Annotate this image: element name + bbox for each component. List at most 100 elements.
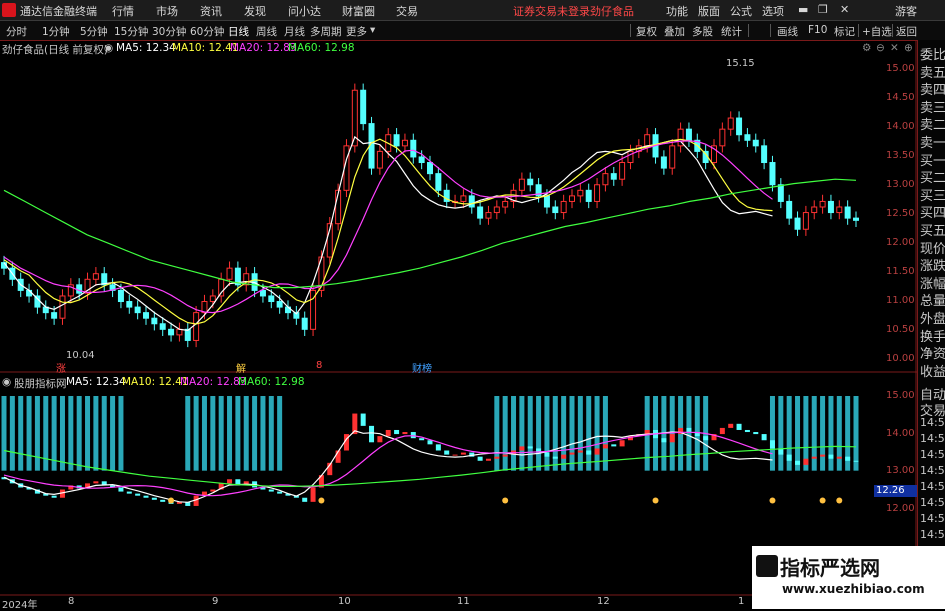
candle-body xyxy=(761,145,768,164)
event-eight[interactable]: 8 xyxy=(316,360,322,371)
signal-bar xyxy=(686,396,692,471)
y-tick-main: 12.00 xyxy=(886,237,915,248)
quote-panel: 委比 卖五 卖四 卖三 卖二 卖一 买一 买二 买三 买四 买五 现价 涨跌 涨幅 总量 外盘 换手 净资 收益 自动… xyxy=(917,40,945,609)
back-button[interactable]: 返回 xyxy=(896,24,917,39)
menu-function[interactable]: 功能 xyxy=(666,3,688,19)
candle-body xyxy=(836,206,843,214)
candle-body xyxy=(143,312,149,319)
tab-5min[interactable]: 5分钟 xyxy=(80,24,108,39)
menu-trade[interactable]: 交易 xyxy=(396,3,418,19)
candle-body xyxy=(151,317,158,325)
watermark-url: www.xuezhibiao.com xyxy=(782,582,925,596)
statistics-button[interactable]: 统计 xyxy=(721,24,742,39)
ind-candle xyxy=(494,456,500,459)
candle-body xyxy=(477,206,484,219)
candle-body xyxy=(727,117,734,130)
y-tick-main: 10.50 xyxy=(886,324,915,335)
restore-icon[interactable]: ❐ xyxy=(818,3,828,16)
tab-30min[interactable]: 30分钟 xyxy=(152,24,186,39)
quote-field-8: 买三 xyxy=(920,188,945,204)
tab-weekly[interactable]: 周线 xyxy=(256,24,277,39)
candle-body xyxy=(493,206,500,214)
mark-button[interactable]: 标记 xyxy=(834,24,855,39)
ind-candle xyxy=(703,436,709,441)
signal-bar xyxy=(210,396,216,471)
signal-bar xyxy=(502,396,508,471)
y-tick-indicator: 15.00 xyxy=(886,390,915,401)
quote-field-18: 收益 xyxy=(920,364,945,380)
candle-body xyxy=(502,200,509,208)
adjust-button[interactable]: 复权 xyxy=(636,24,657,39)
menu-layout[interactable]: 版面 xyxy=(698,3,720,19)
candle-body xyxy=(777,184,784,202)
y-tick-main: 12.50 xyxy=(886,208,915,219)
ind-candle xyxy=(811,456,817,459)
menu-formula[interactable]: 公式 xyxy=(730,3,752,19)
y-tick-main: 14.50 xyxy=(886,92,915,103)
event-limit-up[interactable]: 涨 xyxy=(56,360,66,375)
guest-label[interactable]: 游客 xyxy=(895,3,917,19)
candle-body xyxy=(435,173,442,191)
signal-bar xyxy=(268,396,274,471)
candle-body xyxy=(301,317,308,330)
quote-field-2: 卖四 xyxy=(920,83,945,99)
tab-more[interactable]: 更多 xyxy=(346,24,367,39)
high-mark: 15.15 xyxy=(726,58,755,69)
signal-bar xyxy=(76,396,82,471)
candle-body xyxy=(769,162,776,186)
candle-body xyxy=(92,273,99,280)
minimize-icon[interactable]: ▬ xyxy=(798,3,808,16)
ind-candle xyxy=(369,425,375,443)
signal-bar xyxy=(795,396,801,471)
menu-wealth[interactable]: 财富圈 xyxy=(342,3,375,19)
overlay-button[interactable]: 叠加 xyxy=(664,24,685,39)
f10-button[interactable]: F10 xyxy=(808,24,827,36)
buy-marker-icon xyxy=(769,497,776,504)
tab-60min[interactable]: 60分钟 xyxy=(190,24,224,39)
multi-stock-button[interactable]: 多股 xyxy=(692,24,713,39)
ind-candle xyxy=(820,454,826,457)
kline-chart[interactable] xyxy=(0,40,917,609)
ind-candle xyxy=(151,497,157,500)
candle-body xyxy=(736,117,743,136)
tab-monthly[interactable]: 月线 xyxy=(284,24,305,39)
tab-daily[interactable]: 日线 xyxy=(228,24,249,39)
draw-line-button[interactable]: 画线 xyxy=(777,24,798,39)
ind-candle xyxy=(803,458,809,465)
add-watchlist-button[interactable]: +自选 xyxy=(862,24,892,39)
menu-market[interactable]: 市场 xyxy=(156,3,178,19)
menu-discover[interactable]: 发现 xyxy=(244,3,266,19)
quote-field-5: 卖一 xyxy=(920,136,945,151)
candle-body xyxy=(802,212,809,230)
tab-1min[interactable]: 1分钟 xyxy=(42,24,70,39)
menu-news[interactable]: 资讯 xyxy=(200,3,222,19)
ind-candle xyxy=(377,436,383,443)
y-tick-main: 15.00 xyxy=(886,63,915,74)
ind-candle xyxy=(135,493,141,496)
ind-candle xyxy=(619,440,625,447)
tab-15min[interactable]: 15分钟 xyxy=(114,24,148,39)
tab-multi-period[interactable]: 多周期 xyxy=(310,24,342,39)
signal-bar xyxy=(820,396,826,471)
chevron-down-icon[interactable]: ▾ xyxy=(370,24,375,36)
menu-ask[interactable]: 问小达 xyxy=(288,3,321,19)
menu-options[interactable]: 选项 xyxy=(762,3,784,19)
candle-body xyxy=(794,217,801,230)
signal-bar xyxy=(118,396,124,471)
event-unlock[interactable]: 解 xyxy=(236,360,246,375)
y-tick-indicator: 14.00 xyxy=(886,427,915,439)
y-tick-main: 13.00 xyxy=(886,179,915,190)
candle-body xyxy=(159,323,166,330)
login-status[interactable]: 证券交易未登录 xyxy=(513,3,590,19)
menu-quotes[interactable]: 行情 xyxy=(112,3,134,19)
quote-field-3: 卖三 xyxy=(920,100,945,116)
ind-candle xyxy=(761,434,767,441)
quote-field-6: 买一 xyxy=(920,153,945,169)
tab-intraday[interactable]: 分时 xyxy=(6,24,27,39)
event-earnings[interactable]: 财榜 xyxy=(412,360,432,375)
close-icon[interactable]: ✕ xyxy=(840,3,849,16)
stock-tab[interactable]: 劲仔食品 xyxy=(590,3,634,19)
candle-body xyxy=(360,89,367,125)
candle-body xyxy=(560,200,567,214)
watermark-logo-icon xyxy=(756,555,778,577)
